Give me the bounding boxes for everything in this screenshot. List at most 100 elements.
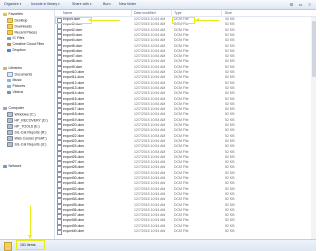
column-divider[interactable] [221, 10, 222, 16]
drive-icon [7, 124, 13, 129]
nav-item-drive-d[interactable]: HP_RECOVERY (D:) [7, 118, 48, 123]
organize-label: Organize [4, 2, 19, 6]
nav-computer[interactable]: Computer [3, 106, 24, 111]
downloads-icon [7, 24, 13, 29]
vertical-scrollbar[interactable] [311, 17, 316, 239]
ic-files-icon [7, 36, 11, 40]
nav-item-label: Recent Places [14, 30, 38, 35]
column-divider[interactable] [171, 10, 172, 16]
column-header: Name Date modified Type Size [55, 10, 316, 17]
libraries-icon [3, 66, 7, 70]
file-name: export40.dcm [63, 229, 85, 233]
network-drive-icon [7, 142, 13, 147]
nav-item-desktop[interactable]: Desktop [7, 18, 27, 23]
nav-item-label: HP_TOOLS (E:) [14, 124, 40, 129]
documents-icon [7, 72, 13, 77]
chevron-down-icon: ▾ [19, 2, 22, 6]
command-bar: Organize▾ Include in library▾ Share with… [0, 0, 316, 10]
file-size: 52 KB [225, 229, 235, 233]
file-icon [57, 230, 62, 236]
nav-item-pictures[interactable]: Pictures [7, 84, 25, 89]
scrollbar-thumb[interactable] [311, 21, 316, 77]
nav-item-downloads[interactable]: Downloads [7, 24, 32, 29]
nav-item-dropbox[interactable]: Dropbox [7, 48, 26, 53]
star-icon [3, 12, 7, 16]
nav-item-label: Web Courier (FSAT:) [14, 136, 47, 141]
nav-item-drive-e[interactable]: HP_TOOLS (E:) [7, 124, 40, 129]
drive-icon [7, 118, 13, 123]
nav-item-label: Videos [12, 90, 24, 94]
arrow-head [28, 235, 33, 239]
recent-places-icon [7, 30, 13, 35]
nav-item-label: Music [12, 78, 22, 82]
preview-pane-icon[interactable]: ▭ [297, 1, 304, 8]
nav-item-documents[interactable]: Documents [7, 72, 32, 77]
nav-item-label: Documents [14, 72, 33, 77]
chevron-down-icon: ▾ [58, 2, 60, 6]
new-folder-button[interactable]: New folder [119, 2, 136, 7]
nav-network-label: Network [8, 164, 22, 168]
nav-libraries-label: Libraries [8, 66, 22, 70]
arrow-line [30, 206, 32, 236]
column-date-modified[interactable]: Date modified [134, 10, 156, 16]
nav-item-recent-places[interactable]: Recent Places [7, 30, 37, 35]
nav-favorites-label: Favorites [8, 12, 23, 16]
nav-item-ic-files[interactable]: IC Files [7, 36, 24, 41]
column-size[interactable]: Size [225, 10, 232, 16]
nav-item-label: Dropbox [12, 48, 26, 52]
dropbox-icon [7, 48, 11, 52]
nav-item-drive-u[interactable]: SIL-Cat Reports (U:) [7, 142, 46, 147]
share-with-label: Share with [72, 2, 89, 6]
nav-item-drive-c[interactable]: Windows (C:) [7, 112, 36, 117]
pictures-icon [7, 84, 11, 88]
nav-item-videos[interactable]: Videos [7, 90, 23, 95]
file-list: export.dcm 12/7/2015 10:54 AM DCM File 30 K… [55, 17, 316, 239]
column-divider[interactable] [131, 10, 132, 16]
music-icon [7, 78, 11, 82]
network-icon [3, 164, 7, 168]
column-name[interactable]: Name [63, 10, 72, 16]
arrow-head [88, 18, 92, 23]
videos-icon [7, 90, 11, 94]
arrow-head [195, 18, 199, 23]
file-date-modified: 12/7/2015 10:54 AM [134, 229, 166, 233]
nav-libraries[interactable]: Libraries [3, 66, 22, 71]
computer-icon [3, 106, 7, 110]
nav-item-label: Desktop [14, 18, 28, 23]
count-highlight-box [16, 239, 45, 250]
organize-button[interactable]: Organize▾ [4, 2, 21, 7]
navigation-pane: Favorites Desktop Downloads Recent Place… [0, 10, 55, 239]
nav-item-label: Downloads [14, 24, 32, 29]
creative-cloud-icon [7, 42, 11, 46]
arrow-line [92, 19, 120, 21]
drive-icon [7, 112, 13, 117]
nav-computer-label: Computer [8, 106, 24, 110]
chevron-down-icon: ▾ [89, 2, 92, 6]
nav-item-label: Windows (C:) [14, 112, 36, 117]
column-type[interactable]: Type [174, 10, 182, 16]
help-icon[interactable]: ? [306, 1, 313, 8]
view-options-icon[interactable]: ☰ [288, 1, 295, 8]
file-row[interactable]: export40.dcm 12/7/2015 10:54 AM DCM File 52… [55, 229, 316, 236]
nav-item-label: Creative Cloud Files [12, 42, 45, 46]
nav-item-label: IC Files [12, 36, 25, 40]
share-with-button[interactable]: Share with▾ [72, 2, 92, 7]
nav-favorites[interactable]: Favorites [3, 12, 23, 17]
nav-item-drive-r[interactable]: SIL-Cat Reports (R:) [7, 130, 46, 135]
include-in-library-label: Include in library [31, 2, 58, 6]
nav-item-music[interactable]: Music [7, 78, 22, 83]
include-in-library-button[interactable]: Include in library▾ [31, 2, 60, 7]
nav-item-label: SIL-Cat Reports (R:) [14, 130, 47, 135]
nav-item-label: SIL-Cat Reports (U:) [14, 142, 47, 147]
desktop-icon [7, 18, 13, 23]
network-drive-icon [7, 130, 13, 135]
type-highlight-box [172, 17, 195, 24]
network-drive-icon [7, 136, 13, 141]
file-type: DCM File [174, 229, 189, 233]
nav-item-drive-fsat[interactable]: Web Courier (FSAT:) [7, 136, 47, 141]
nav-item-creative-cloud[interactable]: Creative Cloud Files [7, 42, 44, 47]
nav-item-label: Pictures [12, 84, 26, 88]
nav-item-label: HP_RECOVERY (D:) [14, 118, 48, 123]
nav-network[interactable]: Network [3, 164, 21, 169]
burn-button[interactable]: Burn [103, 2, 111, 7]
